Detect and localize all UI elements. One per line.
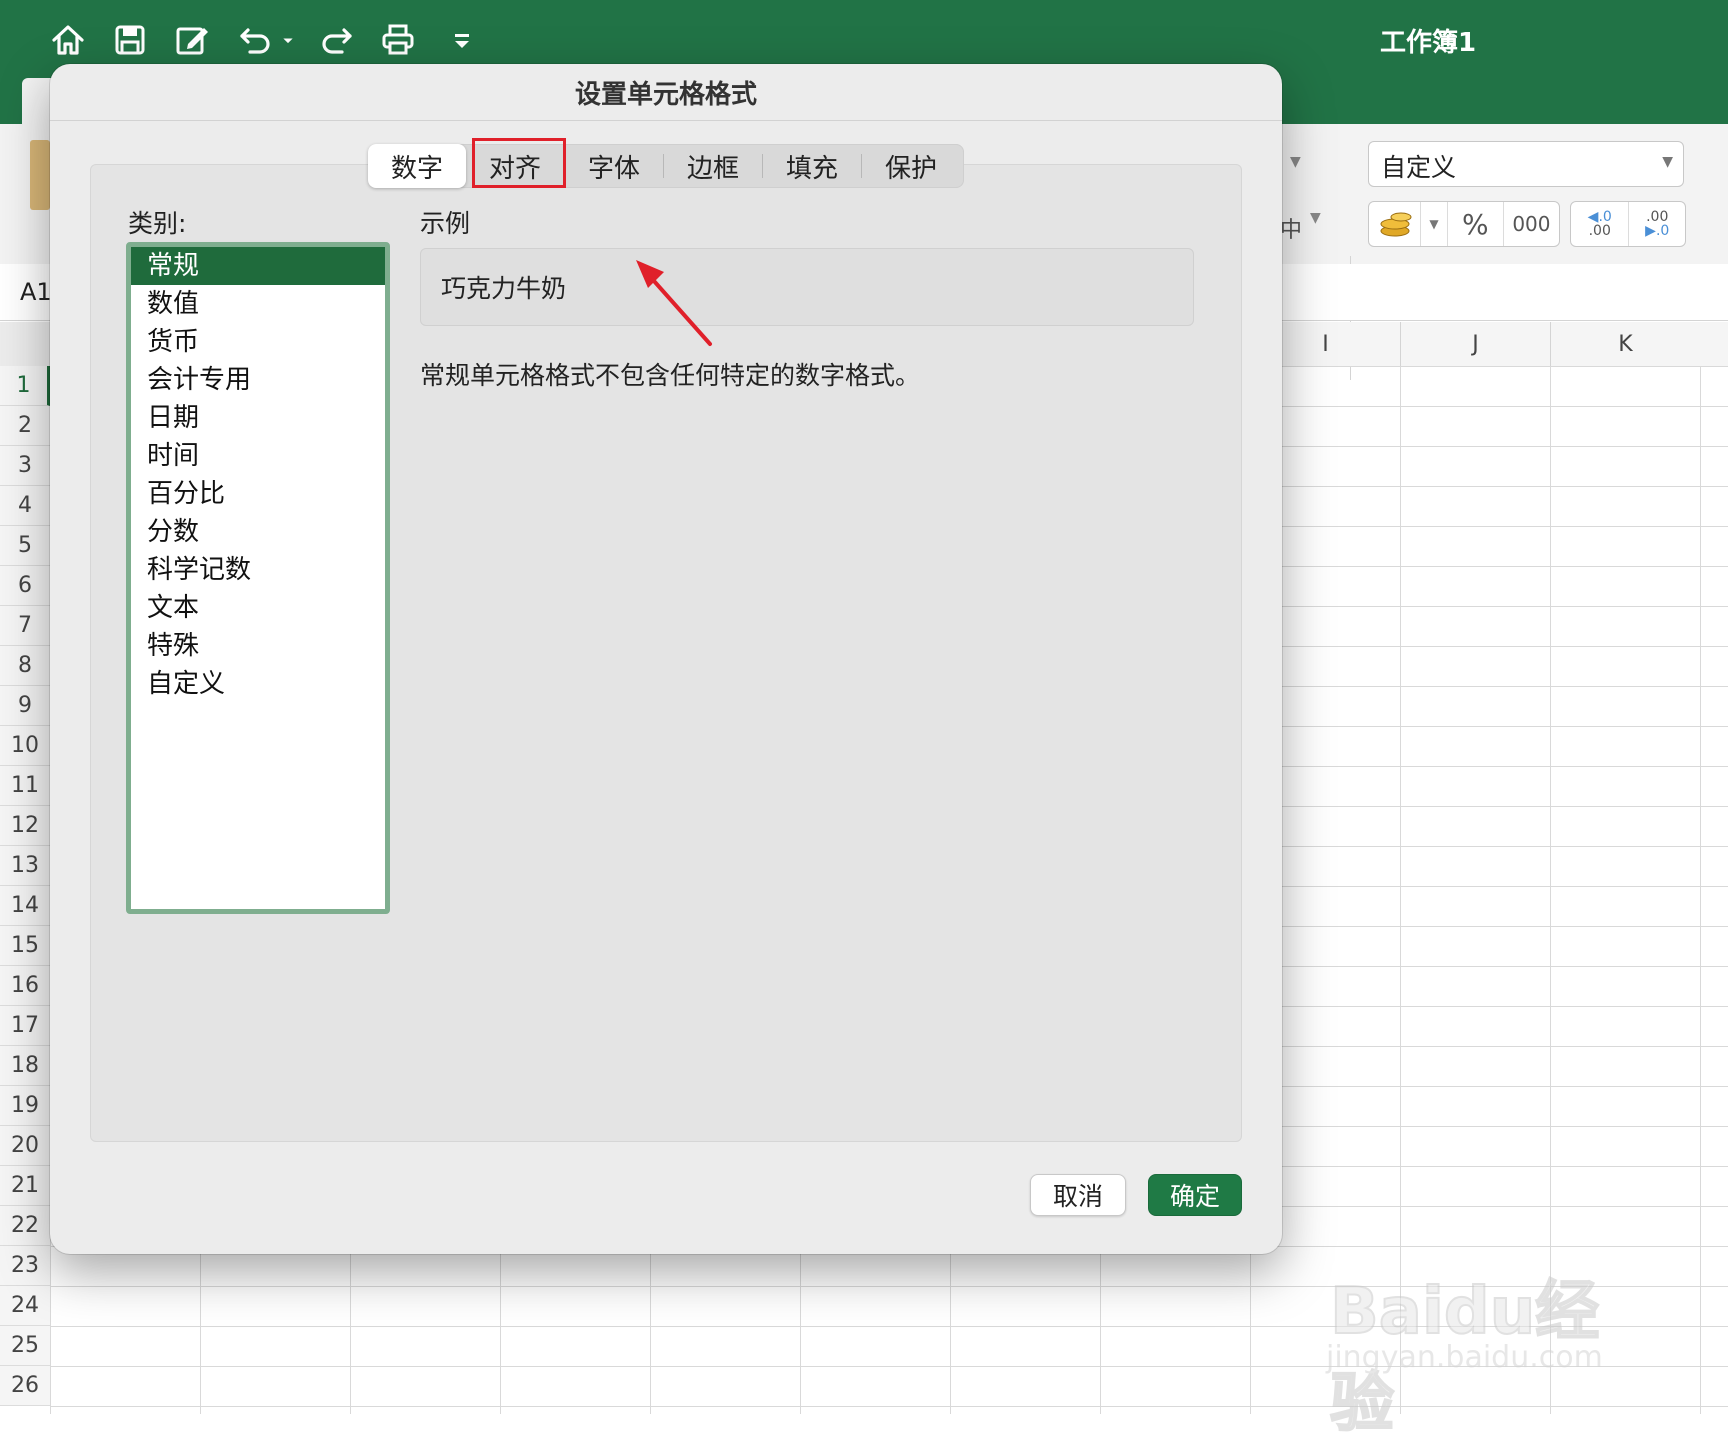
annotation-arrow-icon [636,260,712,346]
list-item[interactable]: 日期 [131,399,385,437]
number-format-buttons: ▼ % 000 [1368,201,1560,247]
undo-icon[interactable] [234,18,278,62]
row-header[interactable]: 19 [0,1086,50,1126]
tab-protection[interactable]: 保护 [862,144,960,188]
list-item[interactable]: 数值 [131,285,385,323]
category-label: 类别: [128,209,187,238]
list-item[interactable]: 时间 [131,437,385,475]
edit-icon[interactable] [170,18,214,62]
row-header[interactable]: 21 [0,1166,50,1206]
accounting-format-icon[interactable] [1369,202,1422,246]
row-header[interactable]: 1 [0,366,50,406]
list-item[interactable]: 文本 [131,589,385,627]
increase-decimal-icon[interactable]: ◀.0.00 [1571,202,1630,246]
row-header[interactable]: 9 [0,686,50,726]
align-center-fragment[interactable]: 中 [1280,212,1302,244]
chevron-down-icon[interactable]: ▼ [1310,210,1321,226]
row-header[interactable]: 5 [0,526,50,566]
dialog-title: 设置单元格格式 [50,64,1282,121]
watermark-url: jingyan.baidu.com [1326,1340,1603,1375]
chevron-down-icon[interactable]: ▼ [1421,202,1448,246]
category-list[interactable]: 常规 数值 货币 会计专用 日期 时间 百分比 分数 科学记数 文本 特殊 自定… [126,242,390,914]
row-header[interactable]: 8 [0,646,50,686]
row-header[interactable]: 18 [0,1046,50,1086]
row-header[interactable]: 16 [0,966,50,1006]
row-header[interactable]: 12 [0,806,50,846]
chevron-down-icon[interactable]: ▼ [1290,154,1301,170]
row-header[interactable]: 10 [0,726,50,766]
row-header[interactable]: 24 [0,1286,50,1326]
row-header[interactable]: 15 [0,926,50,966]
undo-dropdown-icon[interactable] [274,18,302,62]
column-header[interactable]: J [1400,322,1550,366]
annotation-highlight-box [472,138,566,188]
watermark: Baidu经验 jingyan.baidu.com [1320,1240,1650,1442]
list-item[interactable]: 分数 [131,513,385,551]
row-header[interactable]: 20 [0,1126,50,1166]
workbook-title: 工作簿1 [1380,27,1477,58]
list-item[interactable]: 百分比 [131,475,385,513]
sample-box: 巧克力牛奶 [420,248,1194,326]
thousands-separator-button[interactable]: 000 [1504,202,1559,246]
list-item[interactable]: 会计专用 [131,361,385,399]
redo-icon[interactable] [314,18,358,62]
row-header[interactable]: 14 [0,886,50,926]
paste-icon[interactable] [30,140,50,210]
column-header[interactable]: K [1550,322,1700,366]
format-cells-dialog: 设置单元格格式 数字 对齐 字体 边框 填充 保护 类别: 常规 数值 货币 会… [50,64,1282,1254]
row-header[interactable]: 6 [0,566,50,606]
tab-font[interactable]: 字体 [565,144,663,188]
customize-icon[interactable] [440,18,484,62]
percent-button[interactable]: % [1448,202,1504,246]
tab-border[interactable]: 边框 [664,144,762,188]
decimal-buttons: ◀.0.00 .00 ▶.0 [1570,201,1686,247]
number-format-value: 自定义 [1381,153,1457,182]
row-header[interactable]: 7 [0,606,50,646]
cancel-button[interactable]: 取消 [1030,1174,1126,1216]
number-format-select[interactable]: 自定义 ▼ [1368,141,1684,187]
chevron-down-icon: ▼ [1662,154,1673,170]
list-item[interactable]: 科学记数 [131,551,385,589]
row-header[interactable]: 13 [0,846,50,886]
sample-label: 示例 [420,209,471,238]
ok-button[interactable]: 确定 [1148,1174,1242,1216]
tab-number[interactable]: 数字 [368,144,466,188]
row-header[interactable]: 4 [0,486,50,526]
save-icon[interactable] [108,18,152,62]
list-item[interactable]: 货币 [131,323,385,361]
row-header[interactable]: 2 [0,406,50,446]
row-header[interactable]: 25 [0,1326,50,1366]
select-all-corner[interactable] [0,322,50,366]
row-header[interactable]: 11 [0,766,50,806]
list-item[interactable]: 常规 [131,247,385,285]
row-header[interactable]: 23 [0,1246,50,1286]
decrease-decimal-icon[interactable]: .00 ▶.0 [1629,202,1685,246]
dialog-tabs: 数字 对齐 字体 边框 填充 保护 [368,144,964,188]
sample-value: 巧克力牛奶 [441,274,567,303]
row-header[interactable]: 17 [0,1006,50,1046]
row-header[interactable]: 3 [0,446,50,486]
tab-fill[interactable]: 填充 [763,144,861,188]
row-header[interactable]: 22 [0,1206,50,1246]
list-item[interactable]: 自定义 [131,665,385,703]
row-header[interactable]: 26 [0,1366,50,1406]
list-item[interactable]: 特殊 [131,627,385,665]
home-icon[interactable] [46,18,90,62]
print-icon[interactable] [376,18,420,62]
